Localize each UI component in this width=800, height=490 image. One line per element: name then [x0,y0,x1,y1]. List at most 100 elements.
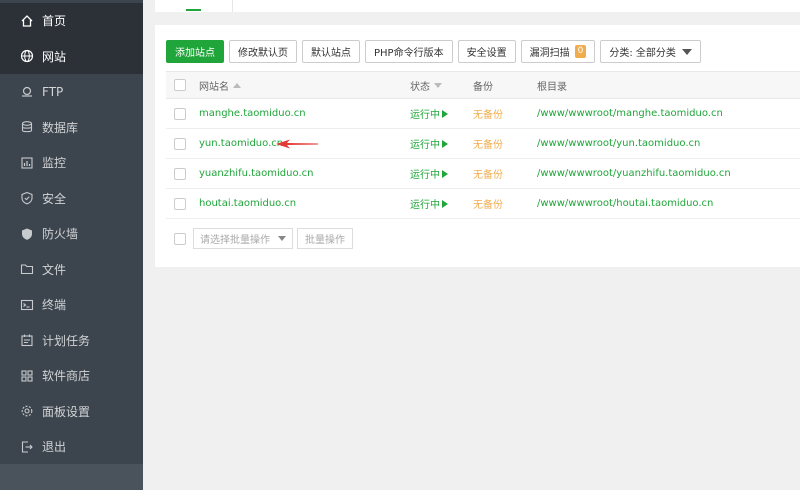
sidebar-item-label: 面板设置 [42,404,91,419]
select-all-checkbox[interactable] [174,79,186,91]
site-name-link[interactable]: houtai.taomiduo.cn [199,189,296,218]
sidebar-item-label: 首页 [42,14,67,29]
logout-icon [20,440,34,454]
category-filter-label: 分类: 全部分类 [609,48,676,59]
play-icon [442,169,448,178]
sidebar-item-monitor[interactable]: 监控 [0,145,143,181]
sidebar-item-files[interactable]: 文件 [0,252,143,288]
table-row: yun.taomiduo.cn 运行中 无备份 /www/wwwroot/yun… [166,129,800,159]
header-status[interactable]: 状态 [410,72,442,98]
sidebar-item-home[interactable]: 首页 [0,3,143,39]
row-select-cell [174,159,186,188]
header-root: 根目录 [537,72,567,98]
site-root-link[interactable]: /www/wwwroot/houtai.taomiduo.cn [537,189,713,218]
site-status[interactable]: 运行中 [410,99,448,128]
site-status[interactable]: 运行中 [410,159,448,188]
home-icon [20,14,34,28]
firewall-icon [20,227,34,241]
play-icon [442,199,448,208]
site-status[interactable]: 运行中 [410,129,448,158]
sidebar-item-label: 数据库 [42,120,79,135]
table-row: houtai.taomiduo.cn 运行中 无备份 /www/wwwroot/… [166,189,800,219]
sidebar-item-label: 安全 [42,191,67,206]
sidebar-item-label: 文件 [42,262,67,277]
row-select-cell [174,189,186,218]
header-name[interactable]: 网站名 [199,72,241,98]
sidebar-item-store[interactable]: 软件商店 [0,358,143,394]
site-root-link[interactable]: /www/wwwroot/yuanzhifu.taomiduo.cn [537,159,731,188]
sidebar-item-database[interactable]: 数据库 [0,110,143,146]
batch-select-all-checkbox[interactable] [174,232,186,245]
site-root-link[interactable]: /www/wwwroot/yun.taomiduo.cn [537,129,700,158]
shield-icon [20,191,34,205]
sort-desc-icon [434,82,442,88]
security-settings-button[interactable]: 安全设置 [457,40,516,63]
tab-active[interactable] [155,0,233,12]
sidebar-item-cron[interactable]: 计划任务 [0,323,143,359]
sidebar-item-settings[interactable]: 面板设置 [0,394,143,430]
row-select-cell [174,99,186,128]
terminal-icon [20,298,34,312]
site-list-panel: 添加站点 修改默认页 默认站点 PHP命令行版本 安全设置 漏洞扫描 0 分类:… [155,25,800,267]
sidebar-item-website[interactable]: 网站 [0,38,143,74]
grid-icon [20,369,34,383]
php-cli-version-button[interactable]: PHP命令行版本 [365,40,453,63]
sidebar-item-ftp[interactable]: FTP [0,74,143,110]
header-name-label: 网站名 [199,81,229,93]
header-backup-label: 备份 [473,81,493,93]
batch-operation-bar: 请选择批量操作 批量操作 [174,228,353,249]
vuln-scan-label: 漏洞扫描 [529,48,570,59]
batch-operation-select[interactable]: 请选择批量操作 [193,228,293,249]
sidebar-item-logout[interactable]: 退出 [0,429,143,465]
sidebar-footer [0,464,143,490]
site-backup[interactable]: 无备份 [473,159,503,188]
sidebar-item-security[interactable]: 安全 [0,181,143,217]
chevron-down-icon [681,48,692,55]
sidebar-item-label: 防火墙 [42,227,79,242]
site-root-link[interactable]: /www/wwwroot/manghe.taomiduo.cn [537,99,723,128]
table-row: yuanzhifu.taomiduo.cn 运行中 无备份 /www/wwwro… [166,159,800,189]
sidebar-item-label: 监控 [42,156,67,171]
header-root-label: 根目录 [537,81,567,93]
sidebar-item-firewall[interactable]: 防火墙 [0,216,143,252]
sidebar-item-label: 软件商店 [42,369,91,384]
play-icon [442,139,448,148]
site-name-link[interactable]: manghe.taomiduo.cn [199,99,306,128]
edit-default-page-button[interactable]: 修改默认页 [229,40,297,63]
row-checkbox[interactable] [174,167,186,180]
play-icon [442,109,448,118]
folder-icon [20,262,34,276]
header-status-label: 状态 [410,81,430,93]
site-backup[interactable]: 无备份 [473,99,503,128]
database-icon [20,120,34,134]
sidebar-item-label: 计划任务 [42,333,91,348]
sidebar-item-label: 退出 [42,440,67,455]
category-filter-dropdown[interactable]: 分类: 全部分类 [600,40,701,63]
row-checkbox[interactable] [174,137,186,150]
vuln-count-badge: 0 [574,45,587,58]
add-site-button[interactable]: 添加站点 [166,40,224,63]
site-name-link[interactable]: yun.taomiduo.cn [199,129,283,158]
default-site-button[interactable]: 默认站点 [302,40,360,63]
globe-icon [20,49,34,63]
site-status-label: 运行中 [410,200,440,211]
site-status[interactable]: 运行中 [410,189,448,218]
row-checkbox[interactable] [174,107,186,120]
tab-active-indicator [186,9,201,11]
sidebar-item-label: FTP [42,84,64,99]
site-name-link[interactable]: yuanzhifu.taomiduo.cn [199,159,313,188]
row-checkbox[interactable] [174,197,186,210]
site-backup[interactable]: 无备份 [473,129,503,158]
sidebar-item-terminal[interactable]: 终端 [0,287,143,323]
site-status-label: 运行中 [410,170,440,181]
site-backup[interactable]: 无备份 [473,189,503,218]
table-header: 网站名 状态 备份 根目录 [166,71,800,99]
sidebar-item-label: 终端 [42,298,67,313]
vuln-scan-button[interactable]: 漏洞扫描 0 [520,40,596,63]
sidebar-item-label: 网站 [42,49,67,64]
batch-operation-button[interactable]: 批量操作 [297,228,353,249]
calendar-icon [20,333,34,347]
annotation-arrow-icon [276,139,318,149]
header-backup: 备份 [473,72,493,98]
sidebar: 首页 网站 FTP 数据库 监控 安全 防火墙 文件 终端 计划任务 软件商店 … [0,0,143,490]
